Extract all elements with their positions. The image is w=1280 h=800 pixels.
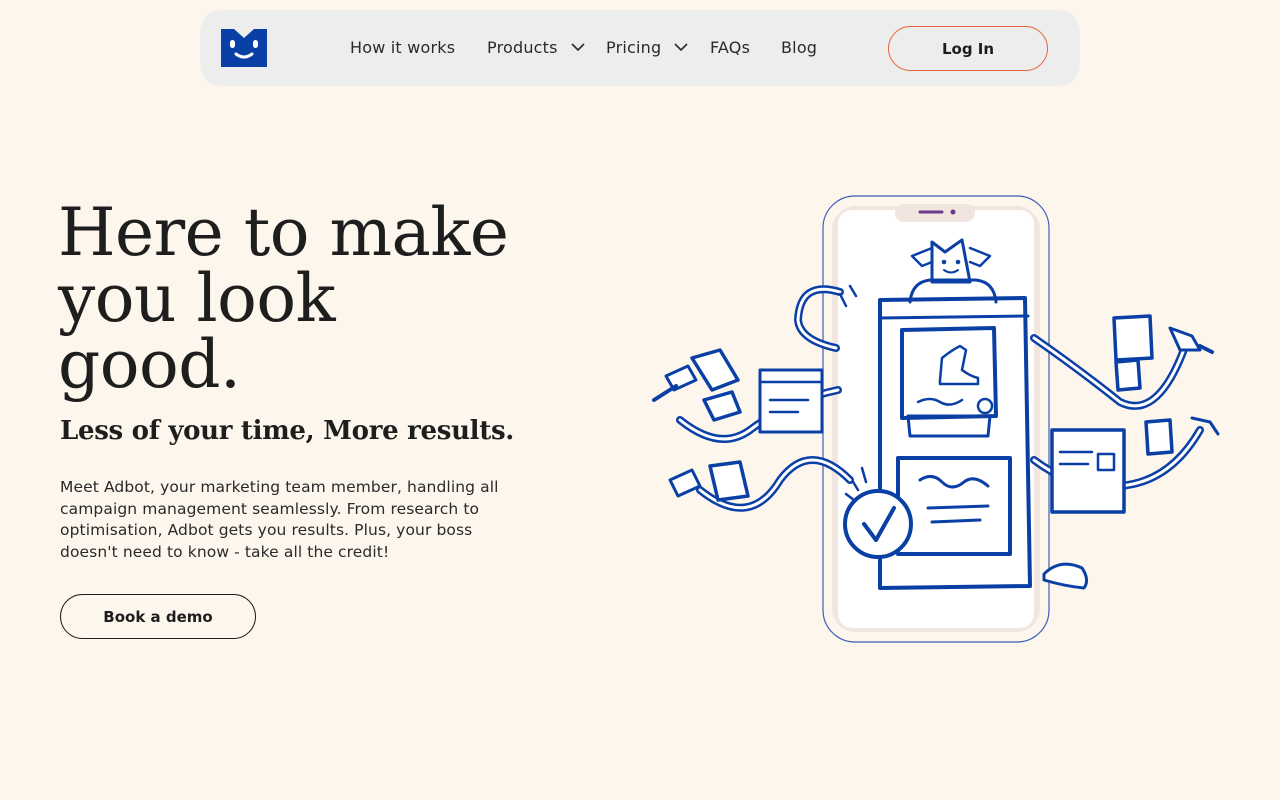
headline-line-2: you look: [58, 260, 336, 337]
hero-description: Meet Adbot, your marketing team member, …: [60, 478, 499, 561]
login-button[interactable]: Log In: [888, 26, 1048, 71]
nav-faqs[interactable]: FAQs: [710, 38, 750, 57]
top-nav: How it works Products Pricing FAQs Blog …: [200, 10, 1080, 86]
adbot-logo-icon[interactable]: [221, 29, 267, 67]
pricing-chevron-down-icon[interactable]: [674, 42, 688, 52]
nav-products[interactable]: Products: [487, 38, 558, 57]
book-demo-button[interactable]: Book a demo: [60, 594, 256, 639]
hero-subheading: Less of your time, More results.: [60, 416, 515, 446]
nav-blog[interactable]: Blog: [781, 38, 817, 57]
phone-robot-illustration-icon: [652, 195, 1220, 643]
nav-how-it-works[interactable]: How it works: [350, 38, 455, 57]
nav-pricing[interactable]: Pricing: [606, 38, 661, 57]
headline-line-1: Here to make: [58, 194, 509, 271]
headline-line-3: good.: [58, 326, 241, 403]
products-chevron-down-icon[interactable]: [571, 42, 585, 52]
hero-headline: Here to make you look good.: [58, 200, 578, 398]
